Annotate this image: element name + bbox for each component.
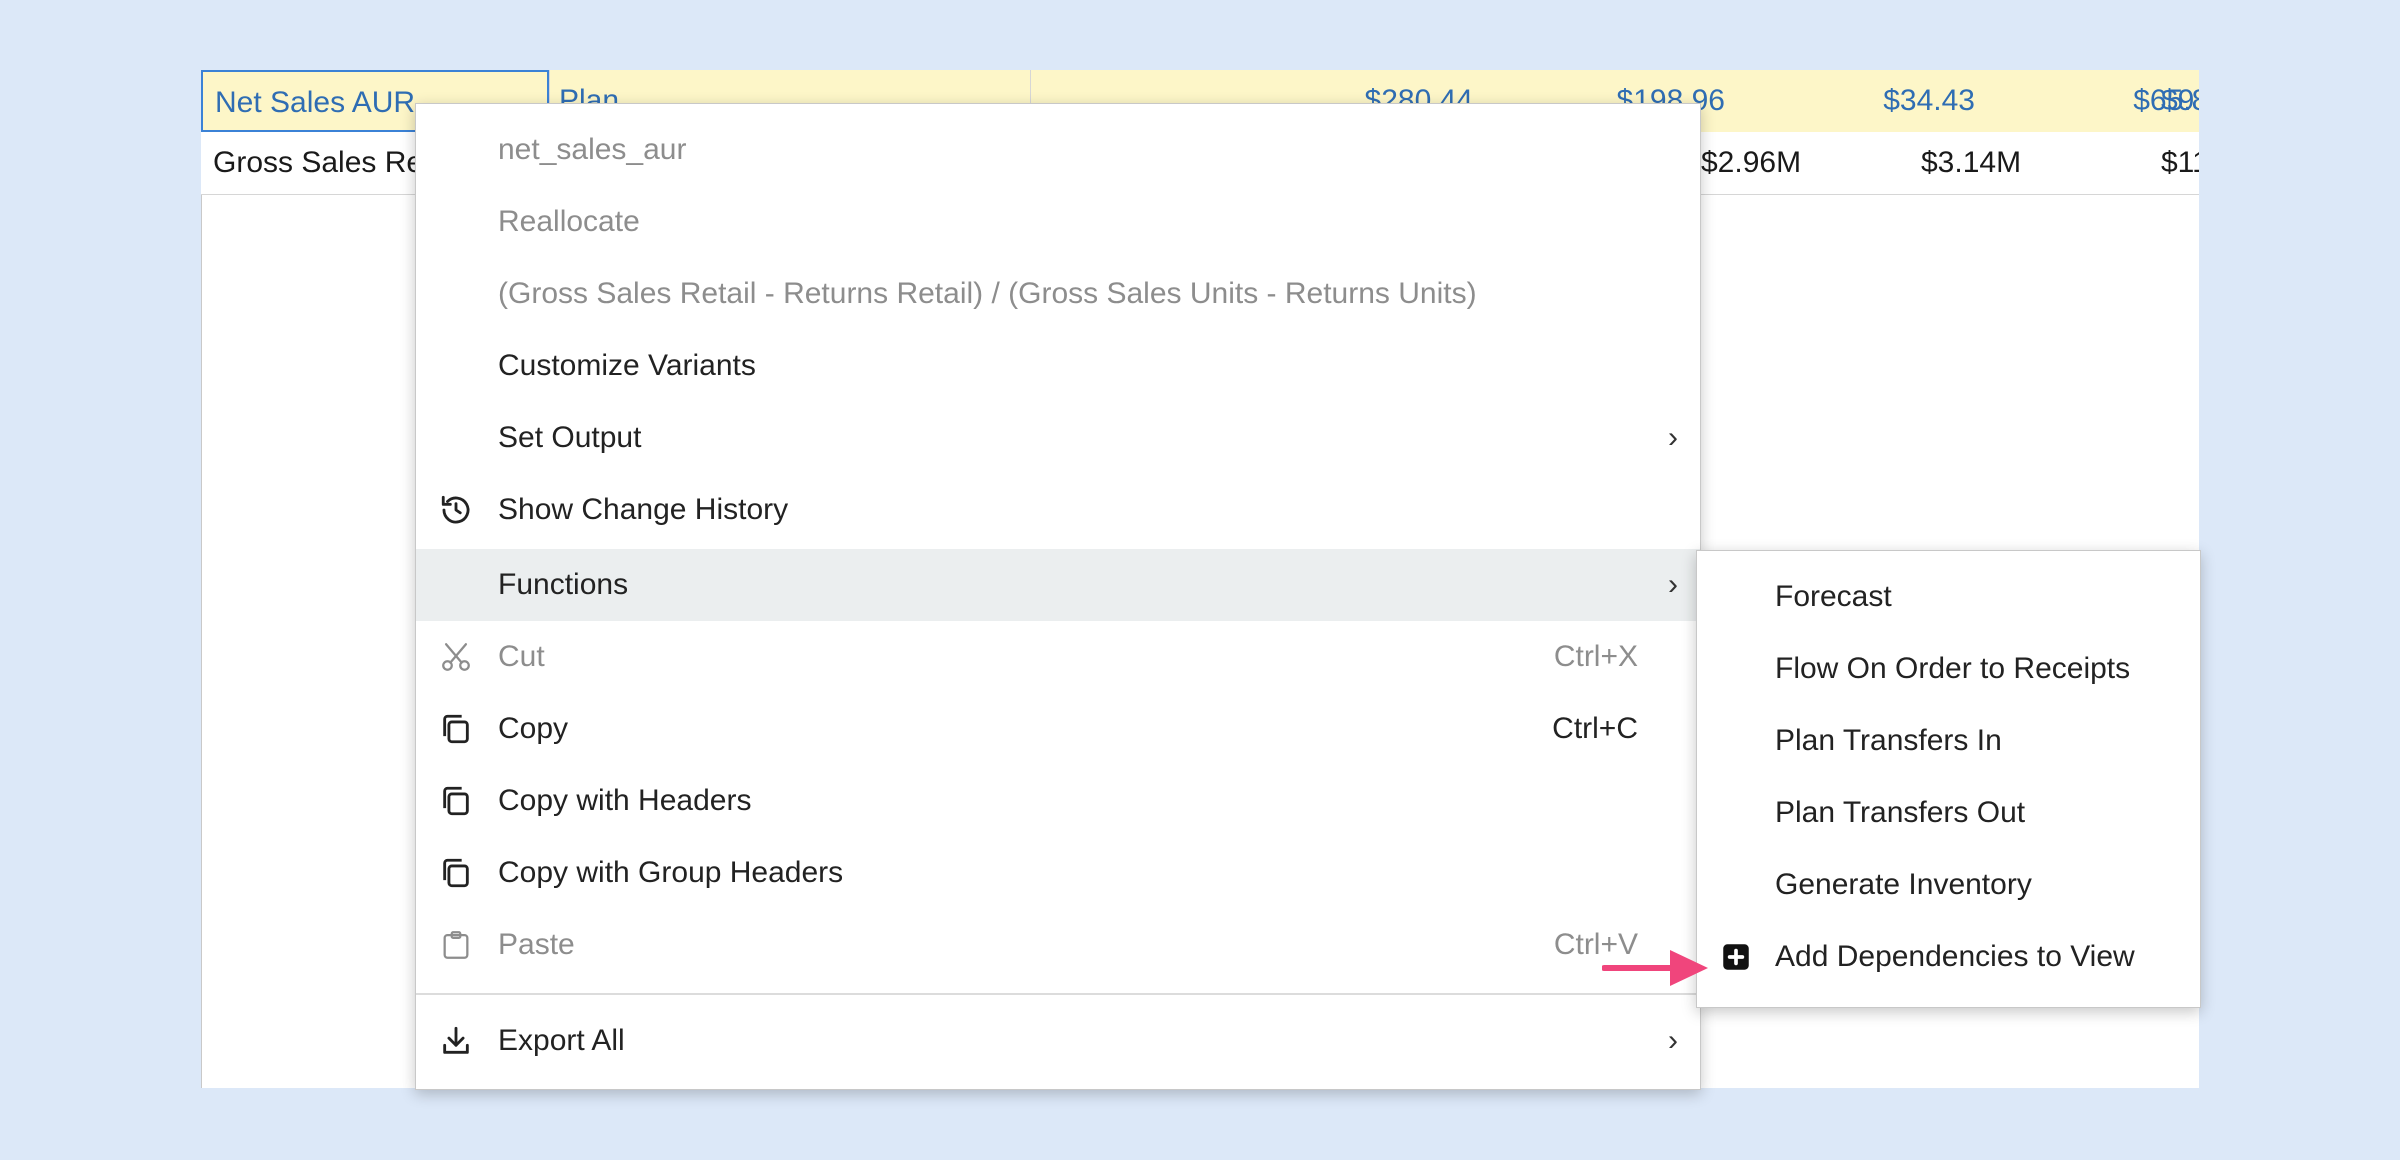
grid-border (201, 70, 202, 1088)
menu-item-label: Cut (498, 640, 545, 673)
value-cell[interactable]: $2.96M (1701, 132, 1901, 194)
menu-item-label: Customize Variants (498, 349, 756, 382)
submenu-item-forecast[interactable]: Forecast (1697, 561, 2200, 633)
menu-item-label: Copy with Group Headers (498, 856, 844, 889)
menu-item-label: Set Output (498, 421, 642, 454)
menu-item-customize-variants[interactable]: Customize Variants (416, 330, 1700, 402)
plus-square-icon (1719, 940, 1753, 974)
chevron-right-icon: › (1668, 568, 1678, 601)
value-cell[interactable]: $3.14M (1921, 132, 2121, 194)
menu-item-label: Copy with Headers (498, 784, 752, 817)
menu-item-export-all[interactable]: Export All › (416, 1005, 1700, 1077)
menu-item-label: Reallocate (498, 205, 640, 238)
menu-item-copy-with-headers[interactable]: Copy with Headers (416, 765, 1700, 837)
shortcut-label: Ctrl+C (1552, 712, 1638, 745)
download-icon (438, 1023, 474, 1059)
menu-item-paste: Paste Ctrl+V (416, 909, 1700, 981)
menu-item-functions[interactable]: Functions › (416, 549, 1700, 621)
chevron-right-icon: › (1668, 421, 1678, 454)
menu-item-label: Export All (498, 1024, 625, 1057)
pointer-arrow-icon (1602, 950, 1708, 986)
value-cell[interactable]: $9 (2161, 70, 2199, 132)
value-cell[interactable]: $11 (2161, 132, 2199, 194)
functions-submenu: Forecast Flow On Order to Receipts Plan … (1696, 550, 2201, 1008)
scissors-icon (438, 639, 474, 675)
submenu-item-add-dependencies[interactable]: Add Dependencies to View (1697, 921, 2200, 993)
copy-icon (438, 855, 474, 891)
submenu-item-plan-transfers-in[interactable]: Plan Transfers In (1697, 705, 2200, 777)
menu-item-show-change-history[interactable]: Show Change History (416, 474, 1700, 546)
submenu-item-label: Generate Inventory (1775, 868, 2032, 901)
context-menu: net_sales_aur Reallocate (Gross Sales Re… (415, 103, 1701, 1090)
submenu-item-label: Plan Transfers Out (1775, 796, 2026, 829)
menu-item-label: net_sales_aur (498, 133, 687, 166)
submenu-item-label: Plan Transfers In (1775, 724, 2002, 757)
menu-item-cut: Cut Ctrl+X (416, 621, 1700, 693)
clipboard-icon (438, 927, 474, 963)
submenu-item-label: Forecast (1775, 580, 1892, 613)
shortcut-label: Ctrl+X (1553, 640, 1638, 673)
value-cell[interactable]: $34.43 (1725, 70, 1975, 132)
menu-item-copy-with-group-headers[interactable]: Copy with Group Headers (416, 837, 1700, 909)
copy-icon (438, 711, 474, 747)
menu-item-label: Paste (498, 928, 575, 961)
history-icon (438, 492, 474, 528)
menu-item-label: Copy (498, 712, 569, 745)
submenu-item-label: Flow On Order to Receipts (1775, 652, 2131, 685)
copy-icon (438, 783, 474, 819)
submenu-item-flow-on-order[interactable]: Flow On Order to Receipts (1697, 633, 2200, 705)
menu-item-label: (Gross Sales Retail - Returns Retail) / … (498, 277, 1477, 310)
menu-item-formula: (Gross Sales Retail - Returns Retail) / … (416, 258, 1700, 330)
chevron-right-icon: › (1668, 1024, 1678, 1057)
submenu-item-label: Add Dependencies to View (1775, 940, 2135, 973)
menu-item-label: Show Change History (498, 493, 789, 526)
submenu-item-plan-transfers-out[interactable]: Plan Transfers Out (1697, 777, 2200, 849)
menu-item-label: Functions (498, 568, 629, 601)
menu-item-set-output[interactable]: Set Output › (416, 402, 1700, 474)
menu-item-copy[interactable]: Copy Ctrl+C (416, 693, 1700, 765)
menu-item-reallocate: Reallocate (416, 186, 1700, 258)
menu-item-variable-name: net_sales_aur (416, 114, 1700, 186)
submenu-item-generate-inventory[interactable]: Generate Inventory (1697, 849, 2200, 921)
menu-divider (416, 993, 1700, 995)
